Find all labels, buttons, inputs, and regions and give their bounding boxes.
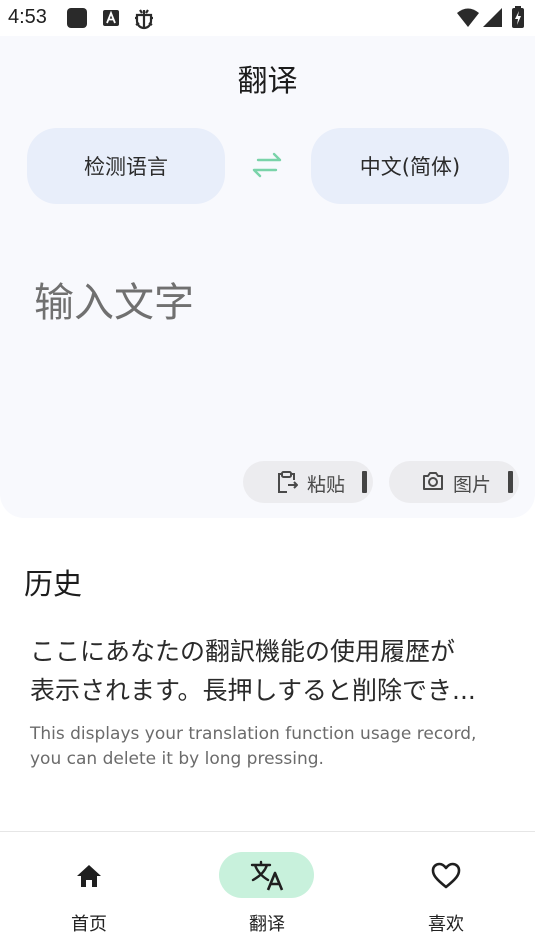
paste-label: 粘贴 <box>307 474 346 496</box>
history-title: 历史 <box>24 567 83 601</box>
heart-icon <box>431 862 461 894</box>
source-language-label: 检测语言 <box>84 155 168 179</box>
battery-charging-icon <box>512 6 524 32</box>
paste-button[interactable]: 粘贴 <box>243 461 373 503</box>
status-time: 4:53 <box>8 6 47 28</box>
source-language-button[interactable]: 检测语言 <box>27 128 225 204</box>
target-language-button[interactable]: 中文(简体) <box>311 128 509 204</box>
wifi-icon <box>457 8 479 32</box>
history-item[interactable]: ここにあなたの翻訳機能の使用履歴が 表示されます。長押しすると削除でき... <box>30 632 510 710</box>
nav-item-home[interactable]: 首页 <box>0 832 178 952</box>
nav-label-favorites: 喜欢 <box>428 914 464 935</box>
history-ja-line-2: 表示されます。長押しすると削除でき... <box>30 676 476 705</box>
history-ja-line-1: ここにあなたの翻訳機能の使用履歴が <box>30 637 456 666</box>
paste-scroll-handle <box>362 471 367 493</box>
bug-icon <box>132 7 156 35</box>
history-en-text: This displays your translation function … <box>30 724 477 769</box>
nav-label-translate: 翻译 <box>249 914 285 935</box>
nav-item-favorites[interactable]: 喜欢 <box>357 832 535 952</box>
camera-icon <box>421 470 445 496</box>
clipboard-paste-icon <box>276 470 299 498</box>
target-language-label: 中文(简体) <box>359 155 461 179</box>
nav-label-home: 首页 <box>71 914 107 935</box>
image-button[interactable]: 图片 <box>389 461 519 503</box>
image-label: 图片 <box>453 474 492 496</box>
nav-item-translate[interactable]: 翻译 <box>178 832 356 952</box>
square-notification-icon <box>66 7 88 33</box>
translate-icon <box>250 860 284 896</box>
status-bar: 4:53 <box>0 0 535 36</box>
bottom-navigation: 首页 翻译 喜欢 <box>0 831 535 952</box>
font-a-icon <box>102 7 120 33</box>
signal-icon <box>483 8 503 32</box>
page-title: 翻译 <box>237 64 298 99</box>
swap-arrows-icon[interactable] <box>250 150 284 184</box>
home-icon <box>76 864 102 892</box>
image-scroll-handle <box>508 471 513 493</box>
text-input[interactable]: 输入文字 <box>34 270 194 328</box>
